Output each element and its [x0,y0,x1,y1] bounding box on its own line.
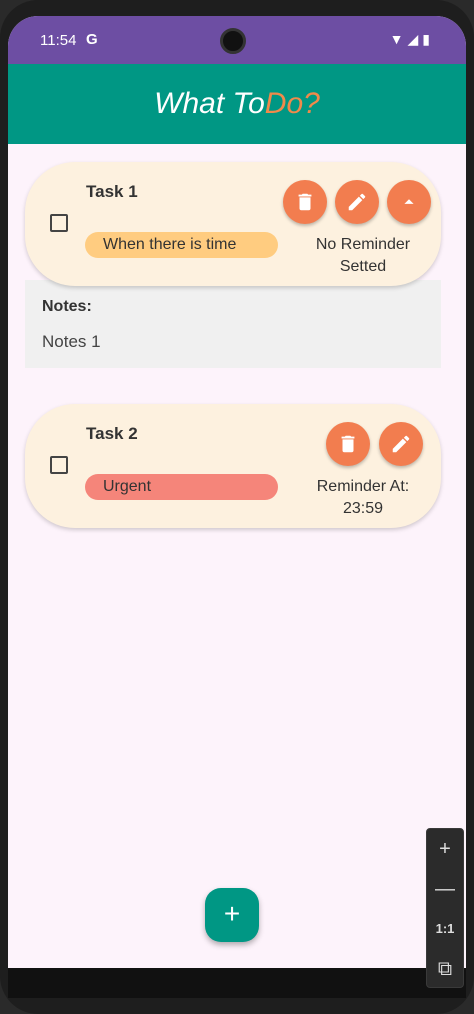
navigation-bar [8,968,466,998]
zoom-fit-button[interactable]: ⧉ [427,949,463,989]
status-bar: 11:54 G ▼◢▮ [8,16,466,64]
pencil-icon [348,193,366,211]
reminder-line-1: No Reminder [315,236,411,253]
task-card[interactable]: Task 2 Urgent Reminder At: 23:59 [25,404,441,528]
status-icons: ▼◢▮ [389,31,434,47]
chevron-up-icon [404,199,414,204]
zoom-out-button[interactable]: — [427,869,463,909]
collapse-button[interactable] [387,180,431,224]
task-card[interactable]: Task 1 When there is time No Reminder Se… [25,162,441,286]
camera-cutout [220,28,246,54]
task-title: Task 2 [86,424,138,443]
status-time: 11:54 [40,32,77,49]
app-bar: What ToDo? [8,64,466,144]
task-checkbox[interactable] [50,214,68,232]
phone-screen: 11:54 G ▼◢▮ What ToDo? Notes: Notes 1 Ta… [8,16,466,968]
priority-tag: When there is time [85,232,278,258]
edit-button[interactable] [379,422,423,466]
app-title: What ToDo? [8,64,466,144]
emulator-zoom-panel: + — 1:1 ⧉ [426,828,464,988]
task-title: Task 1 [86,182,138,201]
google-icon: G [86,31,98,48]
zoom-reset-button[interactable]: 1:1 [427,909,463,949]
notes-label: Notes: [42,298,92,315]
reminder-line-2: 23:59 [342,500,384,517]
trash-icon [298,193,312,211]
device-frame: 11:54 G ▼◢▮ What ToDo? Notes: Notes 1 Ta… [0,0,474,1014]
reminder-text: No Reminder Setted [303,234,423,278]
task-notes-panel: Notes: Notes 1 [25,280,441,368]
edit-button[interactable] [335,180,379,224]
reminder-line-1: Reminder At: [316,478,410,495]
reminder-text: Reminder At: 23:59 [303,476,423,520]
notes-text: Notes 1 [42,332,101,351]
reminder-line-2: Setted [339,258,387,275]
add-task-button[interactable]: + [205,888,259,942]
pencil-icon [392,435,410,453]
trash-icon [341,435,355,453]
task-checkbox[interactable] [50,456,68,474]
delete-button[interactable] [326,422,370,466]
plus-icon: + [223,898,241,929]
zoom-in-button[interactable]: + [427,829,463,869]
priority-tag: Urgent [85,474,278,500]
app-title-accent: Do? [264,87,320,120]
delete-button[interactable] [283,180,327,224]
app-title-main: What To [154,87,265,120]
